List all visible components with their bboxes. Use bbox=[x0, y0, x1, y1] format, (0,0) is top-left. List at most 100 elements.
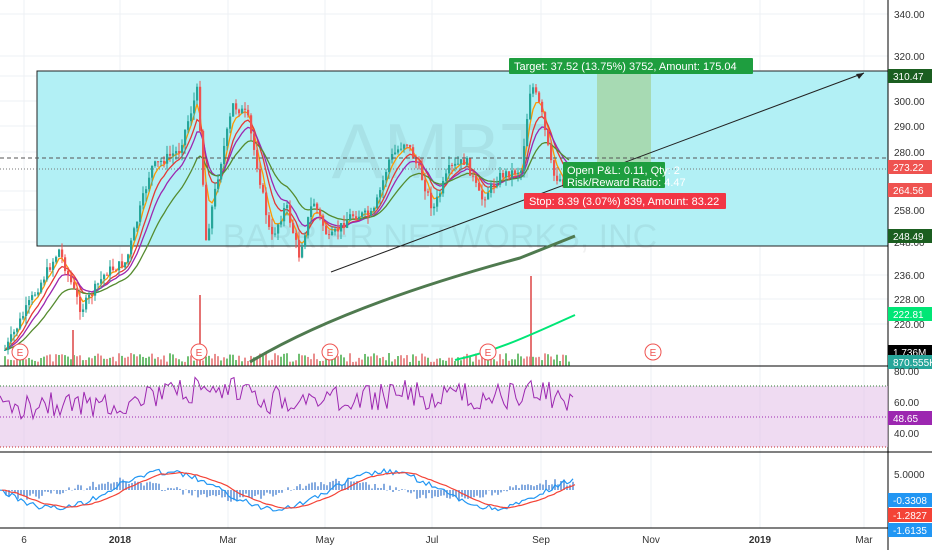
time-tick-label: Nov bbox=[642, 535, 660, 546]
price-badge: 248.49 bbox=[888, 229, 932, 243]
candle-body bbox=[361, 212, 364, 217]
candle-body bbox=[550, 144, 553, 161]
volume-bar bbox=[58, 354, 60, 366]
macd-tick-label: 5.0000 bbox=[894, 470, 925, 481]
volume-bar bbox=[190, 355, 192, 366]
svg-text:310.47: 310.47 bbox=[893, 72, 924, 83]
candle-body bbox=[46, 267, 49, 280]
svg-text:248.49: 248.49 bbox=[893, 232, 924, 243]
candle-body bbox=[475, 175, 478, 183]
svg-text:-1.6135: -1.6135 bbox=[893, 526, 927, 537]
candle-body bbox=[166, 153, 169, 164]
svg-text:E: E bbox=[650, 348, 657, 359]
volume-bar bbox=[226, 358, 228, 366]
candle-body bbox=[490, 183, 493, 193]
time-tick-label: Sep bbox=[532, 535, 550, 546]
candle-body bbox=[349, 214, 352, 221]
earnings-marker[interactable]: E bbox=[321, 343, 339, 361]
rsi-tick-label: 80.00 bbox=[894, 367, 919, 378]
earnings-marker[interactable]: E bbox=[644, 343, 662, 361]
price-tick-label: 228.00 bbox=[894, 295, 925, 306]
candle-body bbox=[526, 119, 529, 147]
volume-bar bbox=[370, 356, 372, 366]
candle-body bbox=[208, 228, 211, 241]
candle-body bbox=[541, 101, 544, 113]
volume-bar bbox=[127, 356, 129, 366]
volume-bar bbox=[403, 358, 405, 366]
price-tick-label: 280.00 bbox=[894, 148, 925, 159]
volume-bar bbox=[157, 357, 159, 366]
candle-body bbox=[226, 128, 229, 146]
candle-body bbox=[16, 328, 19, 332]
candle-body bbox=[520, 170, 523, 173]
watermark-company: BARRIER NETWORKS, INC bbox=[223, 218, 657, 256]
volume-bar bbox=[133, 354, 135, 366]
volume-bar bbox=[79, 355, 81, 366]
candle-body bbox=[151, 165, 154, 178]
candle-body bbox=[367, 210, 370, 216]
volume-bar bbox=[565, 355, 567, 366]
earnings-marker[interactable]: E bbox=[11, 343, 29, 361]
volume-bar bbox=[544, 353, 546, 366]
stop-label[interactable]: Stop: 8.39 (3.07%) 839, Amount: 83.22 bbox=[524, 193, 726, 209]
volume-bar bbox=[49, 354, 51, 366]
candle-body bbox=[553, 160, 556, 176]
volume-bar bbox=[391, 361, 393, 366]
candle-body bbox=[145, 189, 148, 194]
target-label[interactable]: Target: 37.52 (13.75%) 3752, Amount: 175… bbox=[509, 58, 753, 74]
macd-badge: -1.2827 bbox=[888, 508, 932, 522]
candle-body bbox=[334, 229, 337, 232]
candle-body bbox=[448, 165, 451, 174]
candle-body bbox=[496, 184, 499, 187]
candle-body bbox=[319, 209, 322, 216]
candle-body bbox=[298, 239, 301, 258]
volume-bar bbox=[106, 358, 108, 366]
candle-body bbox=[172, 153, 175, 156]
volume-bar bbox=[43, 356, 45, 366]
candle-body bbox=[10, 334, 13, 342]
candle-body bbox=[70, 274, 73, 283]
svg-text:-1.2827: -1.2827 bbox=[893, 511, 927, 522]
volume-bar bbox=[229, 354, 231, 366]
earnings-marker[interactable]: E bbox=[190, 343, 208, 361]
candle-body bbox=[31, 295, 34, 301]
volume-bar bbox=[67, 356, 69, 366]
target-zone[interactable] bbox=[597, 71, 651, 169]
trading-chart[interactable]: AMBT BARRIER NETWORKS, INC Target: 37.52… bbox=[0, 0, 932, 550]
candle-body bbox=[343, 223, 346, 228]
candle-body bbox=[130, 240, 133, 255]
candle-body bbox=[205, 184, 208, 241]
rsi-value-badge: 48.65 bbox=[888, 411, 932, 425]
candle-body bbox=[253, 133, 256, 150]
candle-body bbox=[76, 288, 79, 297]
volume-bar bbox=[295, 360, 297, 366]
candle-body bbox=[169, 153, 172, 156]
volume-bar bbox=[364, 353, 366, 366]
volume-bar bbox=[268, 360, 270, 366]
candle-body bbox=[445, 173, 448, 181]
watermark-symbol: AMBT bbox=[332, 107, 549, 195]
volume-bar bbox=[37, 361, 39, 366]
svg-text:Stop: 8.39 (3.07%) 839, Amount: Stop: 8.39 (3.07%) 839, Amount: 83.22 bbox=[529, 196, 719, 208]
volume-bar bbox=[172, 354, 174, 366]
volume-bar bbox=[511, 359, 513, 366]
svg-text:273.22: 273.22 bbox=[893, 163, 924, 174]
candle-body bbox=[418, 163, 421, 166]
candle-body bbox=[373, 208, 376, 211]
volume-bar bbox=[181, 361, 183, 366]
volume-bar bbox=[247, 360, 249, 366]
chart-root: AMBT BARRIER NETWORKS, INC Target: 37.52… bbox=[0, 0, 932, 550]
volume-bar bbox=[262, 356, 264, 366]
candle-body bbox=[463, 159, 466, 165]
candle-body bbox=[292, 222, 295, 234]
earnings-marker[interactable]: E bbox=[479, 343, 497, 361]
volume-bar bbox=[124, 357, 126, 366]
volume-bar bbox=[412, 354, 414, 366]
volume-bar bbox=[289, 361, 291, 366]
candle-body bbox=[460, 159, 463, 164]
volume-bar bbox=[505, 353, 507, 366]
volume-bar bbox=[139, 354, 141, 366]
candle-body bbox=[184, 129, 187, 146]
rsi-tick-label: 60.00 bbox=[894, 398, 919, 409]
open-pnl-label[interactable]: Open P&L: 0.11, Qty: 2 Risk/Reward Ratio… bbox=[563, 162, 686, 189]
